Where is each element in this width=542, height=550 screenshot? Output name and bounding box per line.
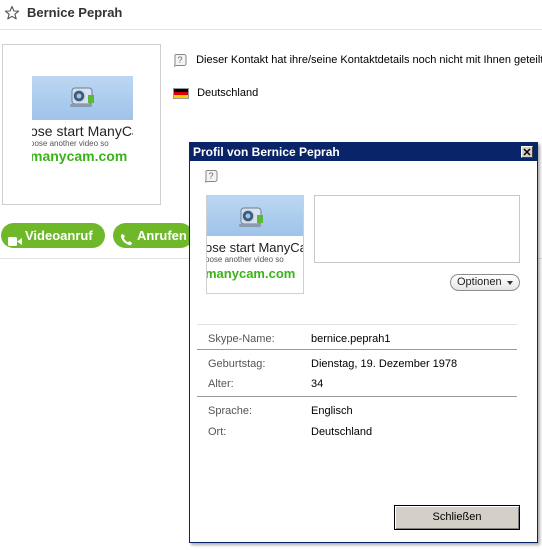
field-value-skype-name: bernice.peprah1 (311, 333, 391, 345)
close-button[interactable]: Schließen (394, 505, 520, 530)
field-label-location: Ort: (208, 426, 227, 438)
manycam-placeholder-image: ose start ManyCam oose another video so … (207, 196, 303, 293)
webcam-icon (66, 84, 96, 113)
privacy-notice-text: Dieser Kontakt hat ihre/seine Kontaktdet… (196, 53, 542, 66)
profile-dialog: Profil von Bernice Peprah ? ose start Ma… (189, 142, 538, 543)
field-value-location: Deutschland (311, 426, 373, 438)
field-value-birthday: Dienstag, 19. Dezember 1978 (311, 358, 458, 370)
contact-name: Bernice Peprah (27, 5, 123, 20)
placeholder-subtext: oose another video so (32, 139, 109, 148)
phone-icon (120, 229, 133, 248)
manycam-placeholder-image: ose start ManyCam oose another video so … (32, 76, 133, 168)
placeholder-subtext: oose another video so (207, 255, 284, 264)
question-icon: ? (204, 169, 218, 186)
svg-text:?: ? (177, 55, 182, 65)
field-label-age: Alter: (208, 378, 234, 390)
chevron-down-icon (507, 281, 513, 285)
placeholder-text: ose start ManyCam (32, 123, 133, 139)
options-label: Optionen (457, 276, 502, 288)
call-label: Anrufen (137, 228, 187, 243)
options-button[interactable]: Optionen (450, 274, 520, 291)
field-label-skype-name: Skype-Name: (208, 333, 275, 345)
divider (197, 324, 517, 325)
field-label-birthday: Geburtstag: (208, 358, 266, 370)
webcam-icon (235, 204, 265, 233)
video-call-button[interactable]: Videoanruf (1, 223, 105, 248)
star-icon[interactable] (4, 5, 20, 21)
divider (197, 396, 517, 397)
section-divider (0, 258, 190, 259)
dialog-title: Profil von Bernice Peprah (193, 145, 340, 159)
contact-header: Bernice Peprah (0, 0, 542, 30)
dialog-avatar: ose start ManyCam oose another video so … (206, 195, 304, 294)
placeholder-url: manycam.com (32, 148, 128, 164)
placeholder-url: manycam.com (207, 266, 296, 281)
video-camera-icon (8, 230, 22, 248)
mood-message-box (314, 195, 520, 263)
country-line: Deutschland (173, 87, 258, 99)
field-value-language: Englisch (311, 405, 353, 417)
country-text: Deutschland (197, 87, 259, 99)
field-value-age: 34 (311, 378, 324, 390)
svg-text:?: ? (208, 171, 213, 181)
divider (197, 349, 517, 350)
contact-avatar: ose start ManyCam oose another video so … (2, 44, 161, 205)
call-button[interactable]: Anrufen (113, 223, 193, 248)
privacy-notice: ? Dieser Kontakt hat ihre/seine Kontaktd… (173, 53, 542, 67)
germany-flag-icon (173, 87, 189, 99)
dialog-title-bar[interactable]: Profil von Bernice Peprah (190, 143, 537, 161)
close-icon[interactable] (521, 146, 533, 158)
placeholder-text: ose start ManyCam (207, 240, 303, 255)
field-label-language: Sprache: (208, 405, 253, 417)
question-icon: ? (173, 53, 187, 67)
video-call-label: Videoanruf (25, 228, 93, 243)
